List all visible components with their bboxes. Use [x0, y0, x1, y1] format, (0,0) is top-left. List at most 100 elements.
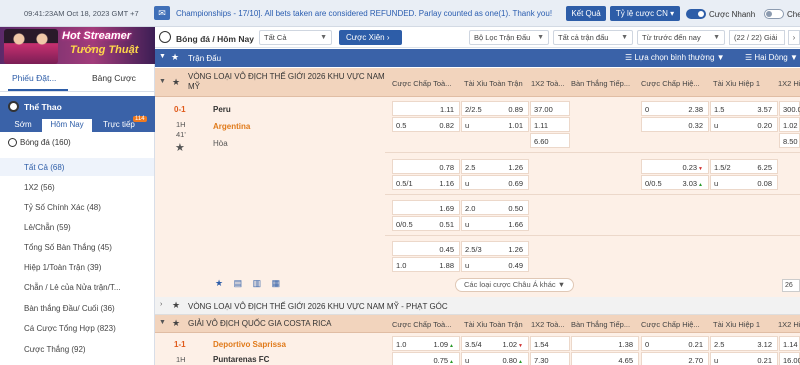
odds-type-dropdown[interactable]: Tỷ lệ cược CN ▾	[610, 6, 680, 21]
odds-cell[interactable]: 0.5/1 1.16	[392, 175, 460, 190]
odds-cell[interactable]: 16.00	[779, 352, 800, 365]
tab-today[interactable]: Hôm Nay	[42, 119, 92, 132]
streamer-image	[4, 29, 58, 64]
sidebar-item-total-goals[interactable]: Tổng Số Bàn Thắng (45)	[24, 243, 112, 252]
collapse-icon[interactable]: ▼	[159, 53, 166, 60]
sidebar-item-ht-ft[interactable]: Hiệp 1/Toàn Trận (39)	[24, 263, 101, 272]
quick-bet-toggle[interactable]	[686, 9, 706, 19]
tab-bet-list[interactable]: Bảng Cược	[92, 73, 136, 83]
league-header[interactable]: ▼ ★ GIẢI VÔ ĐỊCH QUỐC GIA COSTA RICA Cượ…	[155, 315, 800, 333]
chart-icon[interactable]: ▦	[272, 278, 281, 288]
odds-cell[interactable]: u 0.20	[710, 117, 778, 132]
odds-cell[interactable]: 1.11	[392, 101, 460, 116]
filter-bar: Bóng đá / Hôm Nay Tất Cả ▼ Cược Xiên › Bộ…	[155, 27, 800, 48]
results-button[interactable]: Kết Quả	[566, 6, 606, 21]
odds-cell[interactable]: u 0.80	[461, 352, 529, 365]
odds-cell[interactable]: 0.5 0.82	[392, 117, 460, 132]
more-markets-select[interactable]: 26	[782, 279, 800, 292]
odds-cell[interactable]: 1.5/2 6.25	[710, 159, 778, 174]
sidebar-item-all[interactable]: Tất Cả (68)	[24, 163, 64, 172]
sidebar-item-outright[interactable]: Cược Thắng (92)	[24, 345, 86, 354]
odds-cell[interactable]: 0 2.38	[641, 101, 709, 116]
dark-mode-toggle[interactable]	[764, 9, 784, 19]
odds-cell[interactable]: 2.0 0.50	[461, 200, 529, 215]
sidebar-item-mix-parlay[interactable]: Cá Cược Tổng Hợp (823)	[24, 324, 116, 333]
odds-cell[interactable]: 2.5/3 1.26	[461, 241, 529, 256]
sidebar-item-first-last-goal[interactable]: Bàn thắng Đầu/ Cuối (36)	[24, 304, 115, 313]
odds-cell[interactable]: 0 0.21	[641, 336, 709, 351]
odds-cell[interactable]: 300.0	[779, 101, 800, 116]
stats-icon[interactable]: ▥	[253, 278, 262, 288]
collapse-icon[interactable]: ▼	[159, 78, 166, 85]
row-mode-select[interactable]: ☰ Hai Dòng ▼	[745, 53, 798, 62]
odds-cell[interactable]: u 1.66	[461, 216, 529, 231]
star-icon[interactable]: ★	[175, 141, 185, 154]
time-range-select[interactable]: Từ trước đến nay ▼	[637, 30, 725, 45]
mail-icon[interactable]: ✉	[154, 6, 170, 20]
more-asian-bets-button[interactable]: Các loại cược Châu Á khác ▼	[455, 278, 575, 292]
promo-banner[interactable]: Hot Streamer Tướng Thuật	[0, 27, 155, 64]
odds-cell[interactable]: 2.70	[641, 352, 709, 365]
chevron-right-icon[interactable]: ›	[788, 30, 800, 45]
odds-cell[interactable]: 7.30	[530, 352, 570, 365]
sidebar-item-soccer[interactable]: Bóng đá (160)	[8, 138, 71, 148]
star-icon[interactable]: ★	[171, 52, 179, 63]
star-icon[interactable]: ★	[172, 318, 180, 329]
odds-cell[interactable]: 37.00	[530, 101, 570, 116]
odds-cell[interactable]: 0.23	[641, 159, 709, 174]
odds-cell[interactable]: 6.60	[530, 133, 570, 148]
odds-cell[interactable]: 2/2.5 0.89	[461, 101, 529, 116]
odds-cell[interactable]: 1.0 1.88	[392, 257, 460, 272]
odds-cell[interactable]: 0.78	[392, 159, 460, 174]
odds-cell[interactable]: 1.38	[571, 336, 639, 351]
sidebar-item-half-odd-even[interactable]: Chẵn / Lẻ của Nửa trận/T...	[24, 283, 121, 292]
odds-cell[interactable]: 2.5 1.26	[461, 159, 529, 174]
odds-type-label: Tỷ lệ cược CN	[615, 9, 668, 18]
odds-cell[interactable]: 1.02	[779, 117, 800, 132]
parlay-button[interactable]: Cược Xiên ›	[339, 30, 402, 45]
league-pager[interactable]: (22 / 22) Giải	[729, 30, 785, 45]
odds-cell[interactable]: 1.54	[530, 336, 570, 351]
all-matches-select[interactable]: Tất cả trận đấu ▼	[553, 30, 633, 45]
sidebar-item-correct-score[interactable]: Tỷ Số Chính Xác (48)	[24, 203, 101, 212]
market-select[interactable]: Tất Cả ▼	[259, 30, 332, 45]
odds-cell[interactable]: 8.50	[779, 133, 800, 148]
star-icon[interactable]: ★	[172, 77, 180, 88]
odds-cell[interactable]: 1.11	[530, 117, 570, 132]
expand-icon[interactable]: ›	[160, 301, 162, 308]
star-icon[interactable]: ★	[215, 278, 223, 288]
star-icon[interactable]: ★	[172, 300, 180, 311]
sport-header[interactable]: Thể Thao	[0, 96, 155, 116]
league-header[interactable]: › ★ VÒNG LOẠI VÔ ĐỊCH THẾ GIỚI 2026 KHU …	[155, 297, 800, 315]
col-header-1x2-ft: 1X2 Toà...	[531, 79, 565, 88]
odds-cell[interactable]: 0/0.5 3.03	[641, 175, 709, 190]
away-team: Puntarenas FC	[213, 355, 270, 364]
collapse-icon[interactable]: ▼	[159, 319, 166, 326]
tab-early[interactable]: Sớm	[8, 119, 38, 132]
match-filter-select[interactable]: Bộ Lọc Trận Đấu ▼	[469, 30, 549, 45]
list-icon[interactable]: ▤	[234, 278, 243, 288]
odds-cell[interactable]: 4.65	[571, 352, 639, 365]
odds-cell[interactable]: 1.0 1.09	[392, 336, 460, 351]
sidebar-item-1x2[interactable]: 1X2 (56)	[24, 183, 55, 192]
league-header[interactable]: ▼ ★ VÒNG LOẠI VÔ ĐỊCH THẾ GIỚI 2026 KHU …	[155, 68, 800, 97]
odds-cell[interactable]: u 0.08	[710, 175, 778, 190]
odds-cell[interactable]: 0/0.5 0.51	[392, 216, 460, 231]
odds-cell[interactable]: u 0.49	[461, 257, 529, 272]
odds-cell[interactable]: 1.69	[392, 200, 460, 215]
tab-bet-slip[interactable]: Phiếu Đặt...	[12, 73, 56, 83]
odds-cell[interactable]: 0.32	[641, 117, 709, 132]
sidebar-item-odd-even[interactable]: Lẻ/Chẵn (59)	[24, 223, 71, 232]
view-select[interactable]: ☰ Lựa chọn bình thường ▼	[625, 53, 725, 62]
chevron-down-icon: ▼	[713, 34, 720, 41]
odds-cell[interactable]: 3.5/4 1.02	[461, 336, 529, 351]
active-tab-indicator	[8, 89, 68, 91]
odds-cell[interactable]: 1.14	[779, 336, 800, 351]
odds-cell[interactable]: u 1.01	[461, 117, 529, 132]
odds-cell[interactable]: 2.5 3.12	[710, 336, 778, 351]
odds-cell[interactable]: u 0.69	[461, 175, 529, 190]
odds-cell[interactable]: 1.5 3.57	[710, 101, 778, 116]
odds-cell[interactable]: 0.75	[392, 352, 460, 365]
odds-cell[interactable]: 0.45	[392, 241, 460, 256]
odds-cell[interactable]: u 0.21	[710, 352, 778, 365]
